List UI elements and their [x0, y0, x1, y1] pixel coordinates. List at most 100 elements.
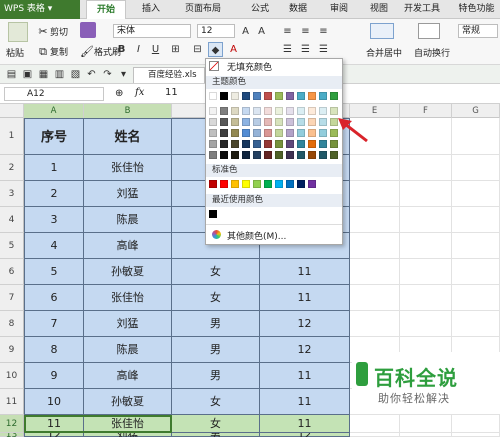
customize-icon[interactable]: ▾ [116, 67, 131, 82]
theme-shade-swatch[interactable] [319, 129, 327, 137]
table-cell[interactable]: 刘猛 [84, 181, 172, 207]
row-header[interactable]: 10 [0, 363, 24, 389]
empty-cell[interactable] [452, 233, 500, 259]
border-button[interactable]: ⊞ [168, 42, 183, 57]
paste-button[interactable]: 粘贴 [6, 46, 24, 59]
theme-color-swatch[interactable] [220, 92, 228, 100]
theme-color-swatch[interactable] [242, 92, 250, 100]
theme-shade-swatch[interactable] [209, 129, 217, 137]
merge-center-button[interactable]: 合并居中 [366, 46, 402, 59]
number-format-select[interactable]: 常规 [458, 24, 498, 38]
row-header[interactable]: 12 [0, 415, 24, 433]
theme-color-swatch[interactable] [308, 92, 316, 100]
tab-insert[interactable]: 插入 [134, 0, 168, 19]
empty-cell[interactable] [350, 207, 400, 233]
table-cell[interactable]: 张佳怡 [84, 155, 172, 181]
empty-cell[interactable] [350, 415, 400, 433]
standard-color-swatch[interactable] [297, 180, 305, 188]
table-cell[interactable]: 刘猛 [84, 429, 172, 437]
standard-color-swatch[interactable] [220, 180, 228, 188]
theme-shade-swatch[interactable] [209, 151, 217, 159]
theme-shade-swatch[interactable] [209, 140, 217, 148]
table-cell[interactable]: 11 [260, 389, 350, 415]
standard-color-swatch[interactable] [209, 180, 217, 188]
theme-shade-swatch[interactable] [253, 151, 261, 159]
table-cell[interactable]: 男 [172, 337, 260, 363]
table-cell[interactable]: 女 [172, 389, 260, 415]
theme-shade-swatch[interactable] [253, 129, 261, 137]
theme-shade-swatch[interactable] [209, 118, 217, 126]
table-cell[interactable]: 孙敏夏 [84, 259, 172, 285]
tab-special[interactable]: 特色功能 [453, 0, 500, 19]
cut-button[interactable]: ✂ 剪切 [36, 25, 68, 39]
row-header[interactable]: 7 [0, 285, 24, 311]
theme-shade-swatch[interactable] [308, 129, 316, 137]
theme-shade-swatch[interactable] [253, 118, 261, 126]
underline-button[interactable]: U [148, 42, 163, 57]
table-cell[interactable]: 5 [24, 259, 84, 285]
empty-cell[interactable] [350, 285, 400, 311]
align-center-button[interactable]: ☰ [298, 42, 313, 57]
wrap-text-button[interactable]: 自动换行 [414, 46, 450, 59]
theme-shade-swatch[interactable] [220, 107, 228, 115]
row-header[interactable]: 11 [0, 389, 24, 415]
theme-shade-swatch[interactable] [319, 107, 327, 115]
theme-shade-swatch[interactable] [275, 118, 283, 126]
theme-shade-swatch[interactable] [297, 107, 305, 115]
theme-color-swatch[interactable] [286, 92, 294, 100]
table-cell[interactable]: 12 [260, 311, 350, 337]
theme-shade-swatch[interactable] [231, 107, 239, 115]
table-cell[interactable]: 8 [24, 337, 84, 363]
theme-color-swatch[interactable] [264, 92, 272, 100]
table-cell[interactable]: 男 [172, 311, 260, 337]
empty-cell[interactable] [452, 259, 500, 285]
standard-color-swatch[interactable] [231, 180, 239, 188]
theme-shade-swatch[interactable] [253, 107, 261, 115]
theme-shade-swatch[interactable] [319, 118, 327, 126]
table-cell[interactable]: 女 [172, 285, 260, 311]
tab-developer[interactable]: 开发工具 [399, 0, 445, 19]
theme-shade-swatch[interactable] [209, 107, 217, 115]
print-icon[interactable]: ▥ [52, 67, 67, 82]
theme-shade-swatch[interactable] [231, 118, 239, 126]
empty-cell[interactable] [452, 207, 500, 233]
empty-cell[interactable] [400, 311, 452, 337]
align-right-button[interactable]: ☰ [316, 42, 331, 57]
row-header[interactable]: 3 [0, 181, 24, 207]
theme-shade-swatch[interactable] [242, 118, 250, 126]
table-cell[interactable]: 陈晨 [84, 337, 172, 363]
theme-shade-swatch[interactable] [308, 140, 316, 148]
name-box[interactable]: A12 [4, 87, 104, 101]
theme-shade-swatch[interactable] [242, 140, 250, 148]
table-cell[interactable]: 孙敏夏 [84, 389, 172, 415]
document-tab[interactable]: 百度经验.xls [133, 67, 205, 83]
fx-icon[interactable]: fx [135, 87, 144, 98]
standard-color-swatch[interactable] [286, 180, 294, 188]
theme-shade-swatch[interactable] [253, 140, 261, 148]
theme-shade-swatch[interactable] [275, 140, 283, 148]
empty-cell[interactable] [400, 155, 452, 181]
theme-shade-swatch[interactable] [330, 151, 338, 159]
align-top-button[interactable]: ≡ [280, 24, 295, 39]
empty-cell[interactable] [400, 415, 452, 433]
open-icon[interactable]: ▣ [20, 67, 35, 82]
empty-cell[interactable] [350, 155, 400, 181]
theme-shade-swatch[interactable] [275, 151, 283, 159]
theme-shade-swatch[interactable] [297, 151, 305, 159]
table-cell[interactable]: 4 [24, 233, 84, 259]
redo-icon[interactable]: ↷ [100, 67, 115, 82]
table-header-cell[interactable]: 姓名 [84, 118, 172, 155]
table-cell[interactable]: 7 [24, 311, 84, 337]
theme-shade-swatch[interactable] [286, 118, 294, 126]
theme-shade-swatch[interactable] [264, 151, 272, 159]
theme-shade-swatch[interactable] [319, 151, 327, 159]
theme-shade-swatch[interactable] [286, 129, 294, 137]
table-cell[interactable]: 2 [24, 181, 84, 207]
fill-color-button[interactable]: ◆ [208, 42, 223, 57]
empty-cell[interactable] [400, 207, 452, 233]
theme-shade-swatch[interactable] [286, 151, 294, 159]
table-cell[interactable]: 10 [24, 389, 84, 415]
standard-color-swatch[interactable] [264, 180, 272, 188]
theme-shade-swatch[interactable] [297, 129, 305, 137]
table-cell[interactable]: 1 [24, 155, 84, 181]
